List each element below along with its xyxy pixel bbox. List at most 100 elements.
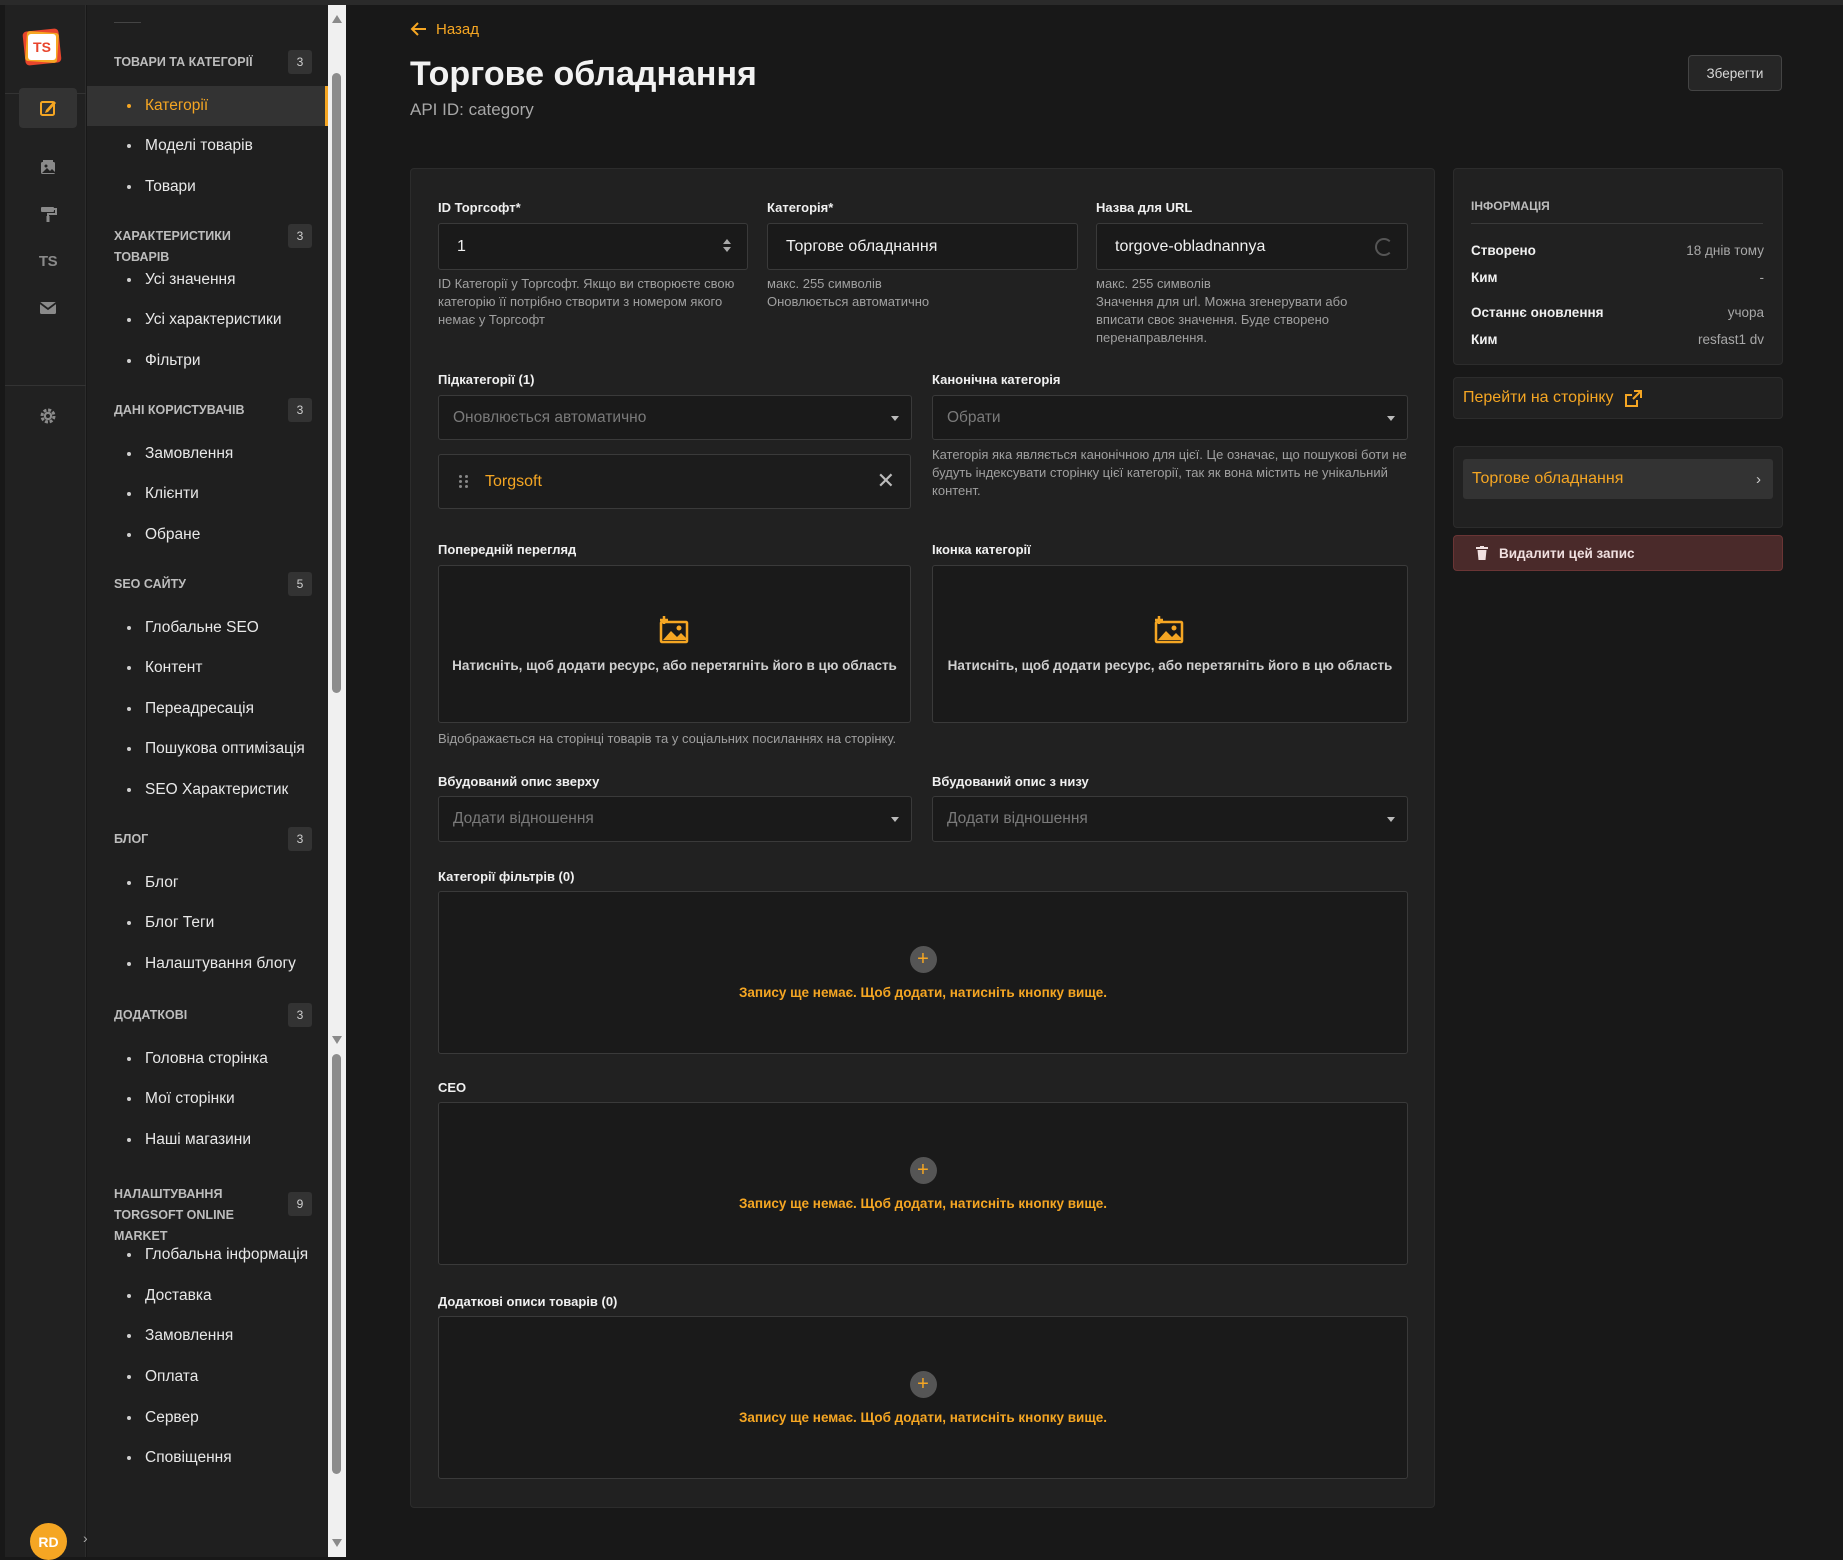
sidebar-item-blog-tags[interactable]: Блог Теги	[87, 903, 328, 943]
sidebar-item-server[interactable]: Сервер	[87, 1398, 328, 1438]
scroll-thumb[interactable]	[332, 73, 341, 693]
sidebar-item-all-characteristics[interactable]: Усі характеристики	[87, 300, 328, 340]
sidebar-item-global-info[interactable]: Глобальна інформація	[87, 1235, 328, 1275]
paint-roller-icon[interactable]	[19, 194, 77, 234]
sidebar-item-all-values[interactable]: Усі значення	[87, 260, 328, 300]
sidebar-item-search-optimization[interactable]: Пошукова оптимізація	[87, 729, 328, 769]
sidebar-item-orders[interactable]: Замовлення	[87, 434, 328, 474]
sidebar-item-my-pages[interactable]: Мої сторінки	[87, 1079, 328, 1119]
related-item-link[interactable]: Торгове обладнання ›	[1463, 459, 1773, 499]
go-to-page-link[interactable]: Перейти на сторінку	[1453, 377, 1783, 419]
settings-icon[interactable]	[19, 396, 77, 436]
remove-close-icon[interactable]: ✕	[877, 470, 895, 492]
filter-categories-empty[interactable]: + Запису ще немає. Щоб додати, натисніть…	[438, 891, 1408, 1054]
desc-bottom-select[interactable]: Додати відношення	[932, 796, 1408, 842]
chevron-right-icon: ›	[1756, 471, 1761, 488]
scroll-down-arrow-icon[interactable]	[332, 1036, 342, 1044]
sidebar-item-favorites[interactable]: Обране	[87, 515, 328, 555]
collection-sidebar: ТОВАРИ ТА КАТЕГОРІЇ 3 Категорії Моделі т…	[87, 5, 328, 1557]
content-manager-icon[interactable]	[19, 88, 77, 128]
sidebar-item-blog[interactable]: Блог	[87, 863, 328, 903]
sidebar-item-orders-settings[interactable]: Замовлення	[87, 1316, 328, 1356]
subcategories-select[interactable]: Оновлюється автоматично	[438, 395, 912, 440]
section-count-badge: 3	[288, 1003, 312, 1027]
sidebar-item-content[interactable]: Контент	[87, 648, 328, 688]
info-row-created-by: Ким -	[1471, 270, 1764, 285]
url-slug-field[interactable]: torgove-obladnannya	[1096, 223, 1408, 270]
sidebar-top-line	[114, 22, 141, 23]
info-row-updated-by: Ким resfast1 dv	[1471, 332, 1764, 347]
media-library-icon[interactable]	[19, 147, 77, 187]
scroll-thumb-secondary[interactable]	[332, 1054, 341, 1474]
sidebar-item-redirects[interactable]: Переадресація	[87, 689, 328, 729]
torgsoft-id-label: ID Торгсофт*	[438, 200, 521, 215]
info-divider	[1471, 223, 1763, 224]
url-name-hint: макс. 255 символів Значення для url. Можн…	[1096, 276, 1348, 345]
sidebar-item-global-seo[interactable]: Глобальне SEO	[87, 608, 328, 648]
extra-desc-label: Додаткові описи товарів (0)	[438, 1294, 618, 1309]
user-avatar[interactable]: RD	[30, 1523, 67, 1560]
section-count-badge: 3	[288, 224, 312, 248]
chevron-down-icon	[1387, 817, 1395, 822]
sidebar-item-products[interactable]: Товари	[87, 167, 328, 207]
scroll-down-arrow-icon[interactable]	[332, 1539, 342, 1547]
add-image-icon	[1154, 615, 1184, 643]
sidebar-item-payment[interactable]: Оплата	[87, 1357, 328, 1397]
canonical-select[interactable]: Обрати	[932, 395, 1408, 440]
category-name-field[interactable]: Торгове обладнання	[767, 223, 1078, 270]
sidebar-item-seo-characteristics[interactable]: SEO Характеристик	[87, 770, 328, 810]
delete-entry-button[interactable]: Видалити цей запис	[1453, 535, 1783, 571]
preview-label: Попередній перегляд	[438, 542, 577, 557]
add-plus-icon[interactable]: +	[909, 1156, 937, 1184]
torgsoft-logo[interactable]: TS	[20, 24, 66, 70]
filter-categories-label: Категорії фільтрів (0)	[438, 869, 575, 884]
subcategory-chip[interactable]: Torgsoft ✕	[438, 454, 911, 509]
section-count-badge: 3	[288, 398, 312, 422]
sidebar-item-filters[interactable]: Фільтри	[87, 341, 328, 381]
icon-dropzone[interactable]: Натисніть, щоб додати ресурс, або перетя…	[932, 565, 1408, 723]
number-stepper-icon[interactable]	[723, 239, 731, 255]
section-count-badge: 3	[288, 50, 312, 74]
save-button[interactable]: Зберегти	[1688, 55, 1782, 91]
add-image-icon	[659, 615, 688, 643]
add-plus-icon[interactable]: +	[909, 945, 937, 973]
sidebar-item-blog-settings[interactable]: Налаштування блогу	[87, 944, 328, 984]
sidebar-section-header[interactable]: ТОВАРИ ТА КАТЕГОРІЇ 3	[114, 50, 328, 74]
seo-label: СЕО	[438, 1080, 467, 1095]
info-panel: ІНФОРМАЦІЯ Створено 18 днів тому Ким - Ост…	[1453, 168, 1783, 365]
preview-dropzone[interactable]: Натисніть, щоб додати ресурс, або перетя…	[438, 565, 911, 723]
email-icon[interactable]	[19, 288, 77, 328]
ts-plugin-icon[interactable]: TS	[19, 241, 77, 281]
torgsoft-id-field[interactable]: 1	[438, 223, 748, 270]
scroll-up-arrow-icon[interactable]	[332, 15, 342, 23]
sidebar-item-notifications[interactable]: Сповіщення	[87, 1438, 328, 1478]
sidebar-item-delivery[interactable]: Доставка	[87, 1276, 328, 1316]
info-row-created: Створено 18 днів тому	[1471, 243, 1764, 258]
sidebar-scrollbar[interactable]	[328, 5, 346, 1557]
page-title: Торгове обладнання	[410, 55, 757, 93]
section-count-badge: 3	[288, 827, 312, 851]
sidebar-item-home-page[interactable]: Головна сторінка	[87, 1039, 328, 1079]
subcategories-label: Підкатегорії (1)	[438, 372, 535, 387]
rail-divider	[5, 385, 86, 386]
svg-text:TS: TS	[33, 39, 51, 55]
sidebar-section-header[interactable]: ДОДАТКОВІ 3	[114, 1003, 328, 1027]
sidebar-item-categories[interactable]: Категорії	[87, 86, 328, 126]
sidebar-section-header[interactable]: SEO САЙТУ 5	[114, 572, 328, 596]
sidebar-item-our-stores[interactable]: Наші магазини	[87, 1120, 328, 1160]
sidebar-section-header[interactable]: БЛОГ 3	[114, 827, 328, 851]
sidebar-item-clients[interactable]: Клієнти	[87, 474, 328, 514]
chevron-down-icon	[891, 817, 899, 822]
drag-handle-icon[interactable]	[459, 474, 469, 489]
desc-top-select[interactable]: Додати відношення	[438, 796, 912, 842]
desc-bottom-label: Вбудований опис з низу	[932, 774, 1089, 789]
extra-desc-empty[interactable]: + Запису ще немає. Щоб додати, натисніть…	[438, 1316, 1408, 1479]
back-link[interactable]: Назад	[410, 20, 479, 38]
regenerate-icon[interactable]	[1375, 238, 1393, 256]
category-hint: макс. 255 символів Оновлюється автоматичн…	[767, 276, 930, 309]
add-plus-icon[interactable]: +	[909, 1370, 937, 1398]
sidebar-item-product-models[interactable]: Моделі товарів	[87, 126, 328, 166]
seo-empty[interactable]: + Запису ще немає. Щоб додати, натисніть…	[438, 1102, 1408, 1265]
edit-view: Назад Торгове обладнання API ID: categor…	[347, 5, 1843, 1557]
sidebar-section-header[interactable]: ДАНІ КОРИСТУВАЧІВ 3	[114, 398, 328, 422]
